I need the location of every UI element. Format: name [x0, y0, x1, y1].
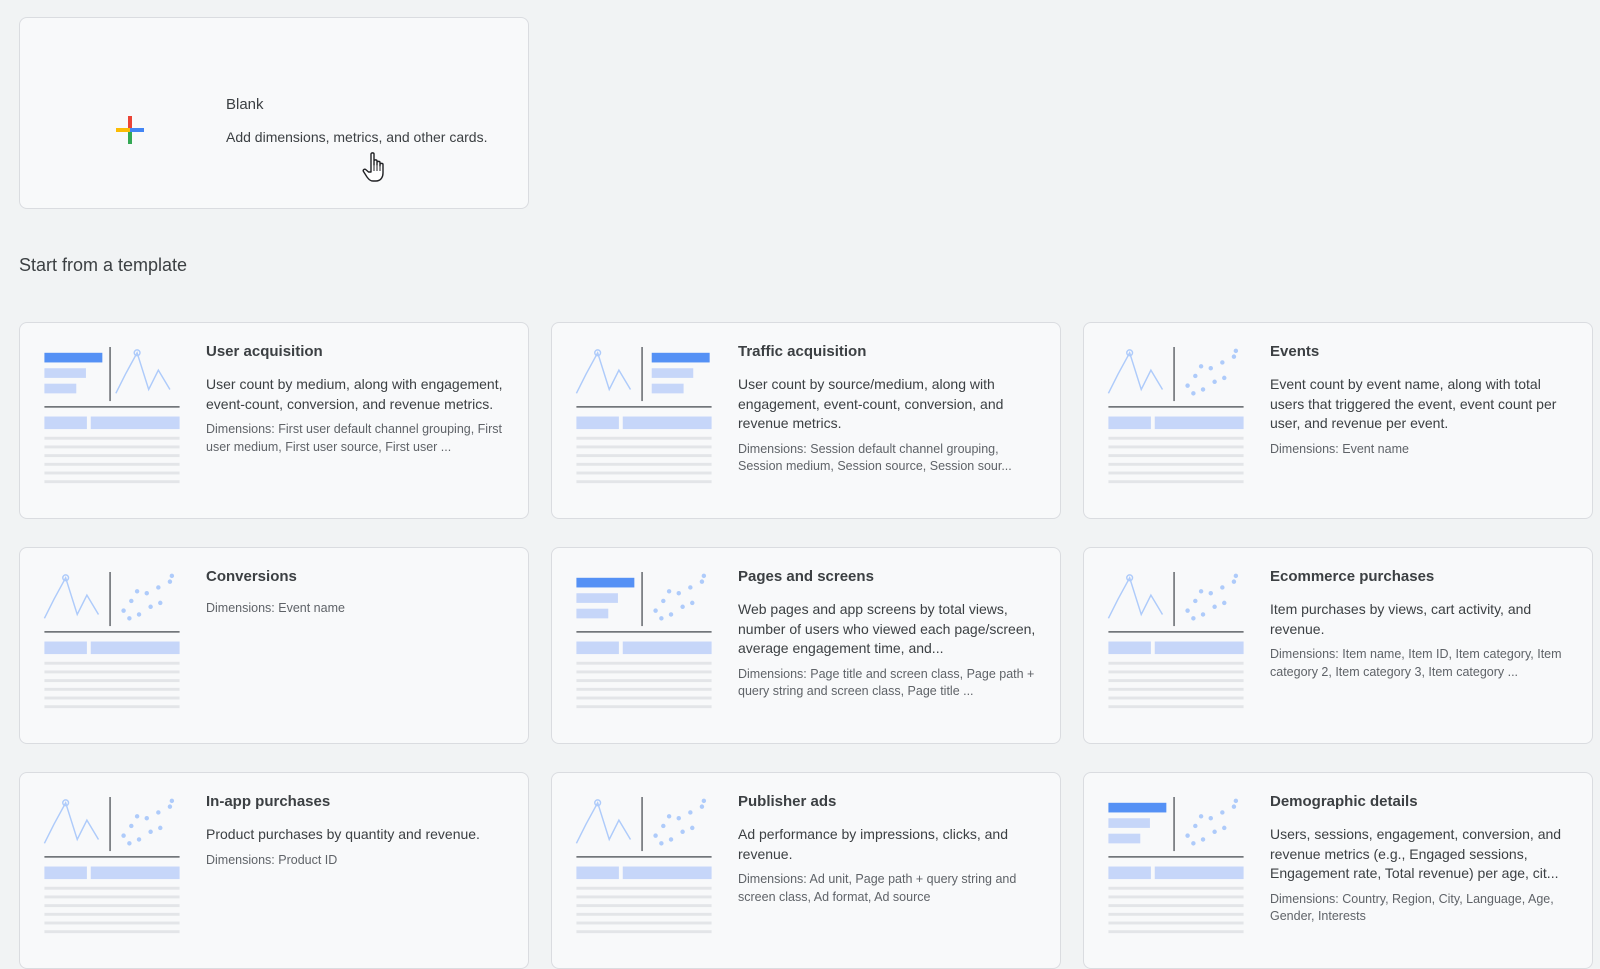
template-thumbnail-icon	[1107, 347, 1244, 484]
template-thumbnail-icon	[576, 572, 712, 709]
template-dimensions: Dimensions: Ad unit, Page path + query s…	[738, 872, 1017, 904]
template-dimensions: Dimensions: First user default channel g…	[206, 422, 502, 454]
template-card-conversions[interactable]: Conversions Dimensions: Event name	[19, 547, 529, 744]
template-title: Publisher ads	[738, 793, 837, 810]
blank-card-description: Add dimensions, metrics, and other cards…	[226, 129, 488, 145]
template-description: User count by source/medium, along with …	[738, 376, 1004, 431]
template-description: Product purchases by quantity and revenu…	[206, 826, 480, 842]
template-description: Item purchases by views, cart activity, …	[1270, 601, 1532, 637]
template-description: Ad performance by impressions, clicks, a…	[738, 826, 1008, 862]
template-body: Event count by event name, along with to…	[1270, 375, 1572, 458]
template-thumbnail-icon	[1107, 572, 1244, 709]
plus-icon	[116, 116, 144, 144]
hand-cursor-icon	[362, 152, 384, 182]
template-thumbnail-icon	[44, 347, 180, 484]
template-card-events[interactable]: Events Event count by event name, along …	[1083, 322, 1593, 519]
template-card-in-app-purchases[interactable]: In-app purchases Product purchases by qu…	[19, 772, 529, 969]
template-title: Events	[1270, 343, 1320, 360]
template-card-traffic-acquisition[interactable]: Traffic acquisition User count by source…	[551, 322, 1061, 519]
template-card-pages-and-screens[interactable]: Pages and screens Web pages and app scre…	[551, 547, 1061, 744]
template-title: Ecommerce purchases	[1270, 568, 1435, 585]
template-title: Pages and screens	[738, 568, 874, 585]
template-dimensions: Dimensions: Session default channel grou…	[738, 441, 1012, 474]
template-body: Web pages and app screens by total views…	[738, 600, 1040, 701]
blank-report-card[interactable]: Blank Add dimensions, metrics, and other…	[19, 17, 529, 209]
template-dimensions: Dimensions: Event name	[206, 601, 345, 615]
template-body: Ad performance by impressions, clicks, a…	[738, 825, 1040, 906]
template-body: Dimensions: Event name	[206, 600, 508, 618]
template-thumbnail-icon	[575, 347, 712, 484]
template-description: Web pages and app screens by total views…	[738, 601, 1036, 656]
template-card-ecommerce-purchases[interactable]: Ecommerce purchases Item purchases by vi…	[1083, 547, 1593, 744]
template-title: Traffic acquisition	[738, 343, 867, 360]
template-title: Demographic details	[1270, 793, 1418, 810]
template-body: Product purchases by quantity and revenu…	[206, 825, 508, 869]
template-dimensions: Dimensions: Page title and screen class,…	[738, 666, 1035, 699]
template-body: User count by source/medium, along with …	[738, 375, 1040, 476]
template-card-demographic-details[interactable]: Demographic details Users, sessions, eng…	[1083, 772, 1593, 969]
template-dimensions: Dimensions: Product ID	[206, 852, 338, 867]
template-card-user-acquisition[interactable]: User acquisition User count by medium, a…	[19, 322, 529, 519]
template-dimensions: Dimensions: Country, Region, City, Langu…	[1270, 891, 1554, 924]
template-dimensions: Dimensions: Event name	[1270, 441, 1409, 456]
template-dimensions: Dimensions: Item name, Item ID, Item cat…	[1270, 647, 1562, 679]
template-title: Conversions	[206, 568, 297, 585]
template-thumbnail-icon	[43, 572, 180, 709]
template-description: User count by medium, along with engagem…	[206, 376, 503, 412]
template-thumbnail-icon	[43, 797, 180, 934]
template-description: Event count by event name, along with to…	[1270, 376, 1557, 431]
template-description: Users, sessions, engagement, conversion,…	[1270, 826, 1562, 881]
template-card-publisher-ads[interactable]: Publisher ads Ad performance by impressi…	[551, 772, 1061, 969]
template-thumbnail-icon	[1108, 797, 1244, 934]
template-thumbnail-icon	[575, 797, 712, 934]
section-heading-templates: Start from a template	[19, 255, 188, 275]
template-title: User acquisition	[206, 343, 323, 360]
blank-card-title: Blank	[226, 96, 264, 113]
template-title: In-app purchases	[206, 793, 331, 810]
template-body: Users, sessions, engagement, conversion,…	[1270, 825, 1572, 926]
template-body: User count by medium, along with engagem…	[206, 375, 508, 456]
template-body: Item purchases by views, cart activity, …	[1270, 600, 1572, 681]
